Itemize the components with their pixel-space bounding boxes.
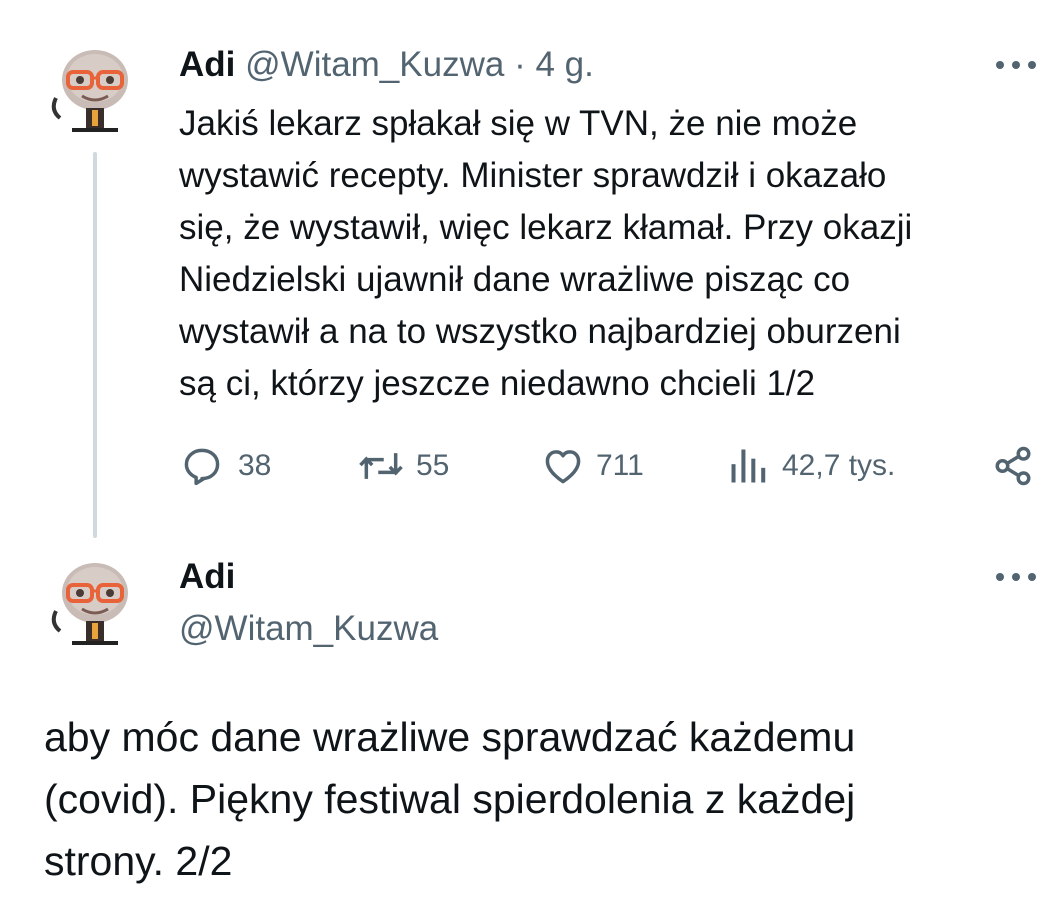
- share-icon: [995, 446, 1031, 486]
- separator-dot: ·: [514, 45, 526, 84]
- avatar[interactable]: [42, 547, 148, 653]
- tweet-text: Jakiś lekarz spłakał się w TVN, że nie m…: [179, 98, 1029, 410]
- tweet-text-line: wystawić recepty. Minister sprawdził i o…: [179, 156, 887, 195]
- tweet-text-line: Niedzielski ujawnił dane wrażliwe pisząc…: [179, 260, 851, 299]
- reply-count: 38: [238, 449, 272, 482]
- author-name[interactable]: Adi: [179, 45, 235, 84]
- tweet-header: Adi @Witam_Kuzwa · 4 g.: [179, 41, 594, 89]
- like-button[interactable]: 711: [540, 444, 644, 488]
- views-button[interactable]: 42,7 tys.: [726, 444, 895, 488]
- tweet-text-line: Jakiś lekarz spłakał się w TVN, że nie m…: [179, 104, 858, 143]
- tweet-text-line: strony. 2/2: [44, 838, 233, 884]
- tweet-text-line: wystawił a na to wszystko najbardziej ob…: [179, 312, 901, 351]
- share-button[interactable]: [992, 444, 1034, 488]
- reply-button[interactable]: 38: [180, 444, 271, 488]
- tweet-text-line: aby móc dane wrażliwe sprawdzać każdemu: [44, 714, 856, 760]
- repost-count: 55: [416, 449, 450, 482]
- views-icon: [731, 449, 766, 483]
- more-icon[interactable]: [996, 570, 1036, 584]
- tweet-text-line: się, że wystawił, więc lekarz kłamał. Pr…: [179, 208, 913, 247]
- heart-icon: [545, 450, 581, 484]
- author-name[interactable]: Adi: [179, 553, 235, 601]
- tweet-text-line: są ci, którzy jeszcze niedawno chcieli 1…: [179, 364, 816, 403]
- tweet-text-line: (covid). Piękny festiwal spierdolenia z …: [44, 776, 856, 822]
- avatar-image: [42, 547, 148, 653]
- views-count: 42,7 tys.: [782, 449, 896, 482]
- author-handle[interactable]: @Witam_Kuzwa: [179, 605, 438, 653]
- tweet-timestamp[interactable]: 4 g.: [535, 45, 593, 84]
- author-handle[interactable]: @Witam_Kuzwa: [245, 45, 504, 84]
- avatar[interactable]: [42, 34, 148, 140]
- like-count: 711: [596, 449, 644, 482]
- repost-icon: [359, 453, 403, 479]
- repost-button[interactable]: 55: [356, 444, 449, 488]
- tweet-text: aby móc dane wrażliwe sprawdzać każdemu …: [44, 706, 1034, 892]
- avatar-image: [42, 34, 148, 140]
- thread-connector-line: [93, 152, 97, 538]
- reply-icon: [184, 448, 220, 486]
- more-icon[interactable]: [996, 58, 1036, 72]
- tweet-thread: Adi @Witam_Kuzwa · 4 g. Jakiś lekarz spł…: [0, 0, 1061, 919]
